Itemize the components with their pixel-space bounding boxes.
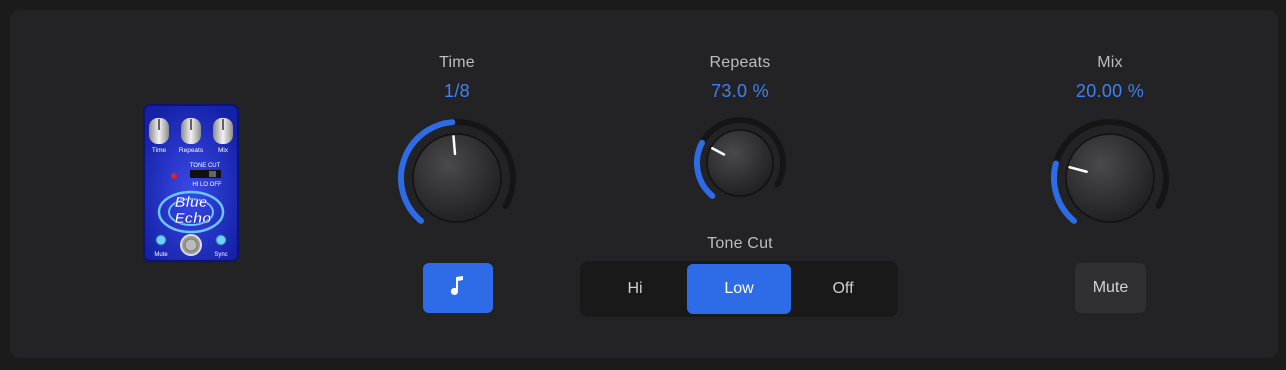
tone-cut-low-option[interactable]: Low <box>687 264 791 314</box>
time-knob-indicator <box>452 135 457 156</box>
pedal-tone-cut-label: TONE CUT <box>190 163 221 169</box>
sync-note-button[interactable] <box>423 263 493 313</box>
mix-value[interactable]: 20.00 % <box>1010 81 1210 102</box>
blue-echo-pedal-image: Time Repeats Mix TONE CUT HI LO OFF Blue… <box>143 104 239 262</box>
pedal-knob-label-mix: Mix <box>218 147 229 154</box>
time-label: Time <box>439 54 475 71</box>
time-knob[interactable] <box>397 118 517 238</box>
repeats-knob-body <box>706 129 774 197</box>
tone-cut-hi-option[interactable]: Hi <box>583 264 687 314</box>
time-value[interactable]: 1/8 <box>357 81 557 102</box>
pedal-tone-cut-positions: HI LO OFF <box>192 182 222 188</box>
mute-button[interactable]: Mute <box>1075 263 1146 313</box>
mix-label: Mix <box>1097 54 1123 71</box>
pedal-sync-label: Sync <box>214 252 227 258</box>
music-note-icon <box>450 275 466 302</box>
svg-text:Blue: Blue <box>175 194 208 211</box>
svg-text:Echo: Echo <box>175 210 212 227</box>
time-knob-body <box>412 133 502 223</box>
tone-cut-segmented-control: Hi Low Off <box>580 261 898 317</box>
pedal-mute-label: Mute <box>154 252 168 258</box>
repeats-label: Repeats <box>709 54 771 71</box>
repeats-value[interactable]: 73.0 % <box>640 81 840 102</box>
mix-knob[interactable] <box>1050 118 1170 238</box>
pedal-knob-label-time: Time <box>152 147 167 154</box>
mix-knob-body <box>1065 133 1155 223</box>
pedal-knob-label-repeats: Repeats <box>179 147 204 154</box>
repeats-knob[interactable] <box>690 113 790 213</box>
tone-cut-off-option[interactable]: Off <box>791 264 895 314</box>
tone-cut-label: Tone Cut <box>707 235 773 252</box>
